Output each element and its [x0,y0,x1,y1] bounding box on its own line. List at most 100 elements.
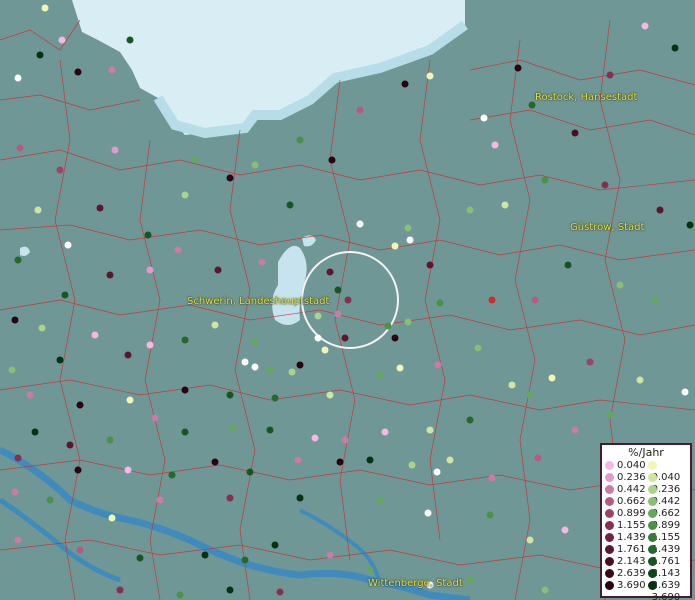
point-marker [341,334,349,342]
point-marker [408,461,416,469]
point-marker [381,428,389,436]
point-marker [426,426,434,434]
point-marker [266,366,274,374]
legend-entry-negative: -2.639 [648,568,690,591]
point-marker [271,541,279,549]
legend-entry-negative: -1.439 [648,532,690,555]
point-marker [108,66,116,74]
point-marker [396,364,404,372]
point-marker [636,376,644,384]
point-marker [108,514,116,522]
legend-value: 1.761 [617,544,646,555]
legend-swatch [648,460,657,470]
point-marker [36,51,44,59]
point-marker [296,136,304,144]
legend-entry-negative: -0.442 [648,484,690,507]
legend-entry-negative: -0.040 [648,460,690,483]
map-legend: %/Jahr 0.040 -0.040 0.236 -0.236 0.442 -0.442… [600,443,692,600]
legend-value: 0.899 [617,508,646,519]
legend-entry-positive: 0.662 [605,496,646,508]
point-marker [11,316,19,324]
point-marker [366,456,374,464]
point-marker [534,454,542,462]
legend-swatch [605,532,614,542]
legend-swatch [648,508,657,518]
point-marker [341,436,349,444]
legend-entry-positive: 3.690 [605,580,646,592]
legend-entry-positive: 1.155 [605,520,646,532]
point-marker [434,361,442,369]
point-marker [296,361,304,369]
point-marker [606,71,614,79]
legend-entry-positive: 1.439 [605,532,646,544]
point-marker [406,236,414,244]
point-marker [226,586,234,594]
point-marker [681,388,689,396]
point-marker [226,494,234,502]
schwerin-lake [272,245,307,325]
point-marker [14,256,22,264]
legend-swatch [605,556,614,566]
point-marker [156,496,164,504]
point-marker [488,296,496,304]
legend-swatch [648,556,657,566]
point-marker [74,466,82,474]
point-marker [271,394,279,402]
point-marker [76,401,84,409]
city-label-schwerin: Schwerin, Landeshauptstadt [187,296,330,307]
legend-value: 1.155 [617,520,646,531]
point-marker [446,456,454,464]
point-marker [76,546,84,554]
point-marker [126,396,134,404]
point-marker [486,511,494,519]
point-marker [356,220,364,228]
point-marker [526,536,534,544]
point-marker [126,36,134,44]
point-marker [541,586,549,594]
point-marker [314,312,322,320]
point-marker [651,296,659,304]
point-marker [58,36,66,44]
legend-entry-positive: 0.899 [605,508,646,520]
point-marker [241,556,249,564]
point-marker [181,386,189,394]
point-marker [686,221,694,229]
point-marker [91,331,99,339]
legend-entry-positive: 1.761 [605,544,646,556]
legend-entry-negative: -2.143 [648,556,690,579]
legend-value: 0.236 [617,472,646,483]
point-marker [288,368,296,376]
point-marker [376,371,384,379]
point-marker [356,106,364,114]
point-marker [334,286,342,294]
point-marker [466,576,474,584]
legend-swatch [605,544,614,554]
point-marker [56,166,64,174]
map-view[interactable]: Rostock, Hansestadt Güstrow, Stadt Schwe… [0,0,695,600]
map-canvas[interactable] [0,0,695,600]
legend-value: 2.143 [617,556,646,567]
legend-entry-positive: 2.143 [605,556,646,568]
point-marker [26,391,34,399]
point-marker [601,181,609,189]
legend-swatch [605,508,614,518]
point-marker [66,441,74,449]
point-marker [16,144,24,152]
point-marker [211,458,219,466]
point-marker [276,588,284,596]
point-marker [286,201,294,209]
point-marker [211,321,219,329]
point-marker [314,334,322,342]
point-marker [64,241,72,249]
point-marker [191,156,199,164]
point-marker [124,466,132,474]
point-marker [146,341,154,349]
point-marker [384,322,392,330]
point-marker [111,146,119,154]
point-marker [336,458,344,466]
legend-swatch [648,568,657,578]
point-marker [14,536,22,544]
legend-swatch [605,496,614,506]
legend-entry-positive: 0.040 [605,460,646,472]
point-marker [34,206,42,214]
